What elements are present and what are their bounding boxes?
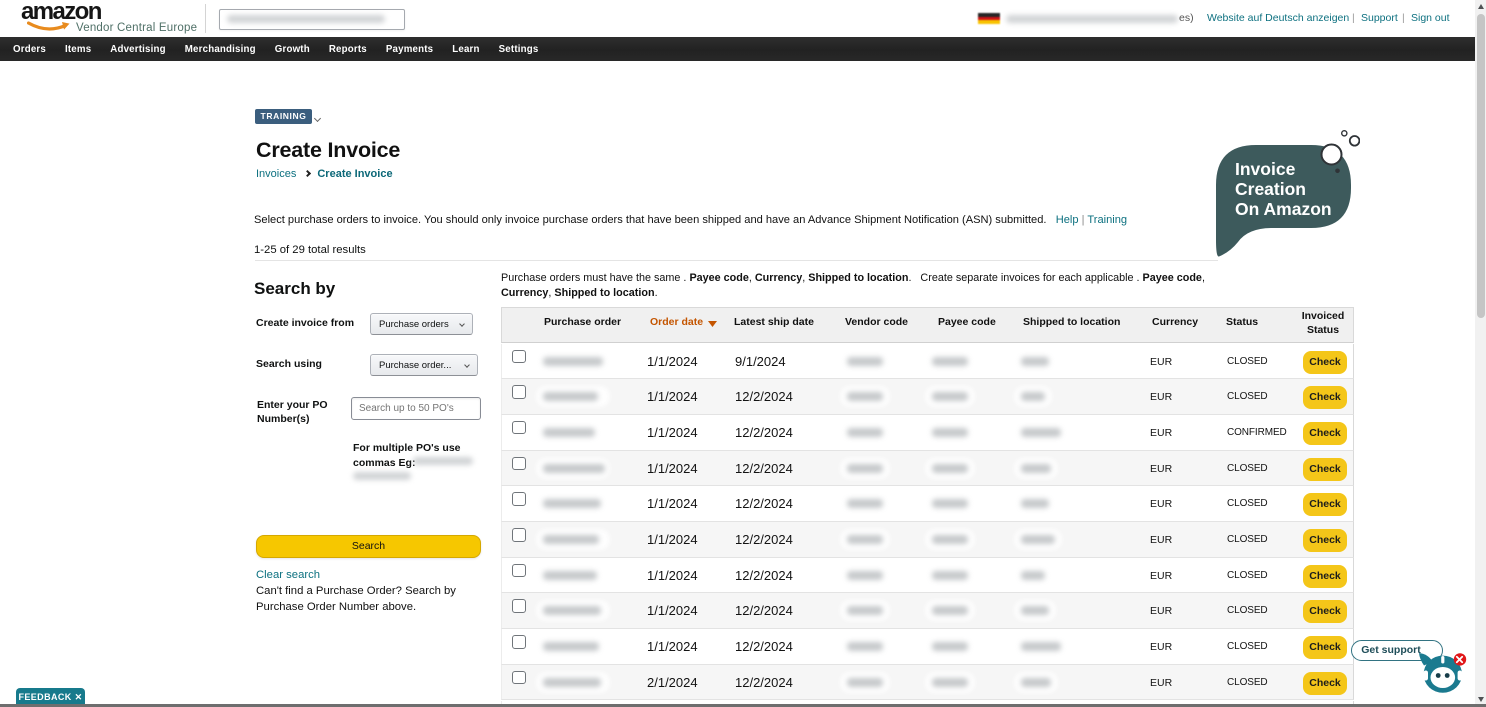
svg-text:Creation: Creation	[1235, 179, 1306, 199]
svg-text:On Amazon: On Amazon	[1235, 199, 1332, 219]
svg-text:Invoice: Invoice	[1235, 159, 1296, 179]
